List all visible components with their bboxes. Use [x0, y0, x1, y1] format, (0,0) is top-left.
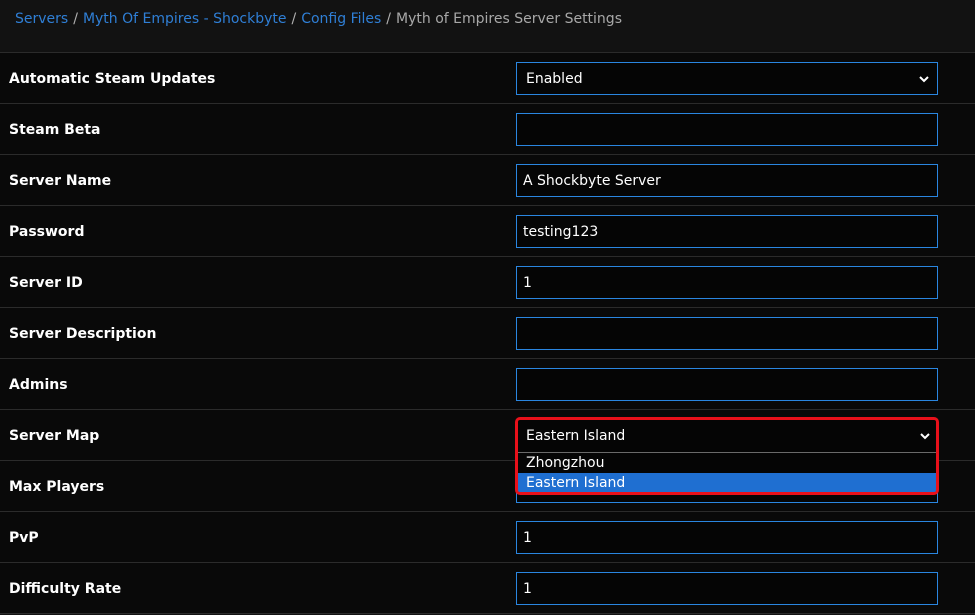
- setting-label: Steam Beta: [9, 121, 101, 138]
- option-zhongzhou[interactable]: Zhongzhou: [518, 453, 936, 473]
- breadcrumb-separator: /: [386, 11, 392, 27]
- password-input[interactable]: testing123: [516, 215, 938, 248]
- breadcrumb-servers-link[interactable]: Servers: [15, 11, 68, 27]
- setting-label: Server Description: [9, 325, 157, 342]
- server-map-select[interactable]: Eastern Island: [518, 420, 936, 452]
- setting-label: Password: [9, 223, 85, 240]
- breadcrumb-server-link[interactable]: Myth Of Empires - Shockbyte: [83, 11, 287, 27]
- setting-label: Server Name: [9, 172, 112, 189]
- chevron-down-icon: [920, 433, 930, 440]
- setting-row-server-name: Server Name A Shockbyte Server: [0, 155, 975, 206]
- server-id-input[interactable]: 1: [516, 266, 938, 299]
- breadcrumb-current-page: Myth of Empires Server Settings: [396, 11, 622, 27]
- pvp-input[interactable]: 1: [516, 521, 938, 554]
- setting-label: PvP: [9, 529, 39, 546]
- server-description-input[interactable]: [516, 317, 938, 350]
- steam-beta-input[interactable]: [516, 113, 938, 146]
- server-name-input[interactable]: A Shockbyte Server: [516, 164, 938, 197]
- setting-row-pvp: PvP 1: [0, 512, 975, 563]
- setting-label: Max Players: [9, 478, 105, 495]
- chevron-down-icon: [919, 76, 929, 83]
- settings-table: Automatic Steam Updates Enabled Steam Be…: [0, 52, 975, 614]
- option-eastern-island[interactable]: Eastern Island: [518, 473, 936, 493]
- admins-input[interactable]: [516, 368, 938, 401]
- setting-label: Server ID: [9, 274, 83, 291]
- select-value: Eastern Island: [526, 428, 626, 444]
- setting-row-difficulty-rate: Difficulty Rate 1: [0, 563, 975, 614]
- setting-row-steam-beta: Steam Beta: [0, 104, 975, 155]
- breadcrumb-separator: /: [291, 11, 297, 27]
- setting-label: Admins: [9, 376, 68, 393]
- difficulty-rate-input[interactable]: 1: [516, 572, 938, 605]
- setting-row-automatic-steam-updates: Automatic Steam Updates Enabled: [0, 53, 975, 104]
- setting-label: Automatic Steam Updates: [9, 70, 216, 87]
- setting-row-password: Password testing123: [0, 206, 975, 257]
- select-value: Enabled: [526, 70, 583, 87]
- setting-row-admins: Admins: [0, 359, 975, 410]
- server-map-options-list: Zhongzhou Eastern Island: [518, 452, 936, 493]
- setting-label: Server Map: [9, 427, 100, 444]
- setting-row-server-description: Server Description: [0, 308, 975, 359]
- automatic-steam-updates-select[interactable]: Enabled: [516, 62, 938, 95]
- breadcrumb-config-files-link[interactable]: Config Files: [301, 11, 381, 27]
- setting-row-server-id: Server ID 1: [0, 257, 975, 308]
- setting-label: Difficulty Rate: [9, 580, 122, 597]
- breadcrumb-separator: /: [73, 11, 78, 27]
- breadcrumb: Servers / Myth Of Empires - Shockbyte / …: [0, 0, 975, 38]
